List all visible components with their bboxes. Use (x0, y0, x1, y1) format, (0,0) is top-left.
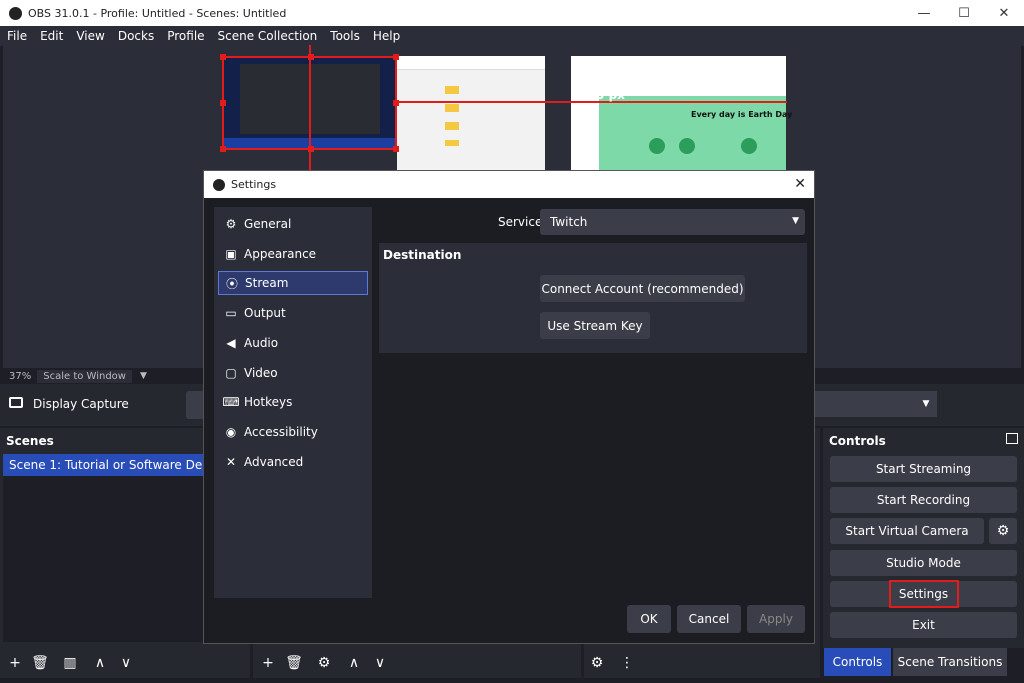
appearance-icon: ▣ (225, 247, 237, 261)
window-titlebar: OBS 31.0.1 - Profile: Untitled - Scenes:… (0, 0, 1024, 26)
menu-edit[interactable]: Edit (33, 29, 69, 43)
controls-title: Controls (829, 434, 886, 448)
obs-logo-icon (9, 6, 22, 20)
sidebar-item-audio[interactable]: ◀ Audio (218, 331, 368, 355)
exit-button[interactable]: Exit (830, 612, 1017, 638)
ok-button[interactable]: OK (627, 605, 671, 633)
start-recording-button[interactable]: Start Recording (830, 487, 1017, 513)
monitor-icon: ▢ (225, 366, 237, 380)
settings-title: Settings (231, 178, 277, 191)
menu-scene-collection[interactable]: Scene Collection (211, 29, 324, 43)
sidebar-item-accessibility[interactable]: ◉ Accessibility (218, 420, 368, 444)
gear-icon[interactable]: ⚙ (314, 653, 334, 673)
stream-icon: ⦿ (225, 276, 238, 291)
start-virtual-camera-button[interactable]: Start Virtual Camera (830, 518, 984, 544)
menu-view[interactable]: View (69, 29, 110, 43)
cancel-button[interactable]: Cancel (677, 605, 741, 633)
menu-tools[interactable]: Tools (323, 29, 366, 43)
tab-controls[interactable]: Controls (824, 648, 891, 676)
settings-dialog: Settings ✕ ⚙ General ▣ Appearance ⦿ Stream … (203, 170, 815, 644)
gear-icon[interactable]: ⚙ (989, 518, 1017, 544)
resize-handle[interactable] (393, 54, 399, 60)
chevron-down-icon[interactable]: ∨ (370, 653, 390, 673)
chevron-down-icon[interactable]: ∨ (116, 653, 136, 673)
maximize-button[interactable]: ☐ (944, 0, 984, 26)
resize-handle[interactable] (220, 100, 226, 106)
menu-help[interactable]: Help (366, 29, 406, 43)
trash-icon[interactable]: 🗑 (284, 653, 304, 673)
zoom-level: 37% (9, 370, 32, 382)
chevron-down-icon[interactable]: ▼ (915, 391, 937, 417)
resize-handle[interactable] (220, 146, 226, 152)
menu-bar: File Edit View Docks Profile Scene Colle… (0, 26, 1024, 46)
service-value: Twitch (550, 215, 588, 229)
menu-profile[interactable]: Profile (160, 29, 210, 43)
explorer-thumbnail (397, 56, 545, 170)
service-label: Service (498, 215, 543, 229)
sidebar-item-stream[interactable]: ⦿ Stream (218, 271, 368, 295)
minimize-button[interactable]: — (904, 0, 944, 26)
chevron-up-icon[interactable]: ∧ (344, 653, 364, 673)
add-icon[interactable]: + (5, 653, 25, 673)
scale-mode-select[interactable]: Scale to Window (37, 369, 132, 383)
more-icon[interactable]: ⋮ (617, 653, 637, 673)
close-icon[interactable]: ✕ (794, 176, 806, 192)
close-button[interactable]: ✕ (984, 0, 1024, 26)
use-stream-key-button[interactable]: Use Stream Key (540, 312, 650, 339)
sidebar-item-general[interactable]: ⚙ General (218, 212, 368, 236)
settings-highlight (889, 580, 959, 608)
sidebar-item-video[interactable]: ▢ Video (218, 361, 368, 385)
speaker-icon: ◀ (226, 336, 236, 350)
resize-handle[interactable] (393, 146, 399, 152)
start-streaming-button[interactable]: Start Streaming (830, 456, 1017, 482)
sidebar-item-hotkeys[interactable]: ⌨ Hotkeys (218, 390, 368, 414)
chevron-down-icon[interactable]: ▼ (132, 371, 155, 381)
settings-titlebar: Settings ✕ (204, 171, 814, 198)
sidebar-item-output[interactable]: ▭ Output (218, 301, 368, 325)
window-title: OBS 31.0.1 - Profile: Untitled - Scenes:… (28, 6, 287, 20)
destination-label: Destination (383, 248, 462, 262)
undock-icon[interactable] (1006, 433, 1018, 444)
vertical-guide-line (309, 45, 311, 170)
gear-icon[interactable]: ⚙ (587, 653, 607, 673)
studio-mode-button[interactable]: Studio Mode (830, 550, 1017, 576)
source-name: Display Capture (33, 397, 129, 411)
tab-scene-transitions[interactable]: Scene Transitions (893, 648, 1007, 676)
chevron-up-icon[interactable]: ∧ (90, 653, 110, 673)
sidebar-item-appearance[interactable]: ▣ Appearance (218, 242, 368, 266)
output-icon: ▭ (225, 306, 237, 320)
gear-icon: ⚙ (225, 217, 237, 231)
filter-icon[interactable]: ▥ (60, 653, 80, 673)
chevron-down-icon[interactable]: ▼ (792, 216, 799, 226)
apply-button[interactable]: Apply (747, 605, 805, 633)
connect-account-button[interactable]: Connect Account (recommended) (540, 275, 745, 302)
distance-label: 1183 px (571, 88, 625, 102)
obs-logo-icon (213, 178, 225, 191)
browser-thumbnail: Every day is Earth Day (571, 56, 792, 170)
menu-file[interactable]: File (0, 29, 33, 43)
destination-panel: Destination Connect Account (recommended… (379, 243, 807, 353)
accessibility-icon: ◉ (225, 425, 237, 439)
tools-icon: ✕ (225, 455, 237, 469)
menu-docks[interactable]: Docks (111, 29, 160, 43)
keyboard-icon: ⌨ (222, 395, 240, 409)
browser-thumb-title: Every day is Earth Day (691, 110, 793, 119)
resize-handle[interactable] (220, 54, 226, 60)
monitor-icon (9, 397, 23, 408)
add-icon[interactable]: + (258, 653, 278, 673)
trash-icon[interactable]: 🗑 (30, 653, 50, 673)
service-select[interactable]: Twitch ▼ (540, 209, 805, 235)
source-dropdown[interactable] (815, 391, 915, 417)
settings-sidebar: ⚙ General ▣ Appearance ⦿ Stream ▭ Output ◀ Au… (214, 207, 372, 598)
sidebar-item-advanced[interactable]: ✕ Advanced (218, 450, 368, 474)
